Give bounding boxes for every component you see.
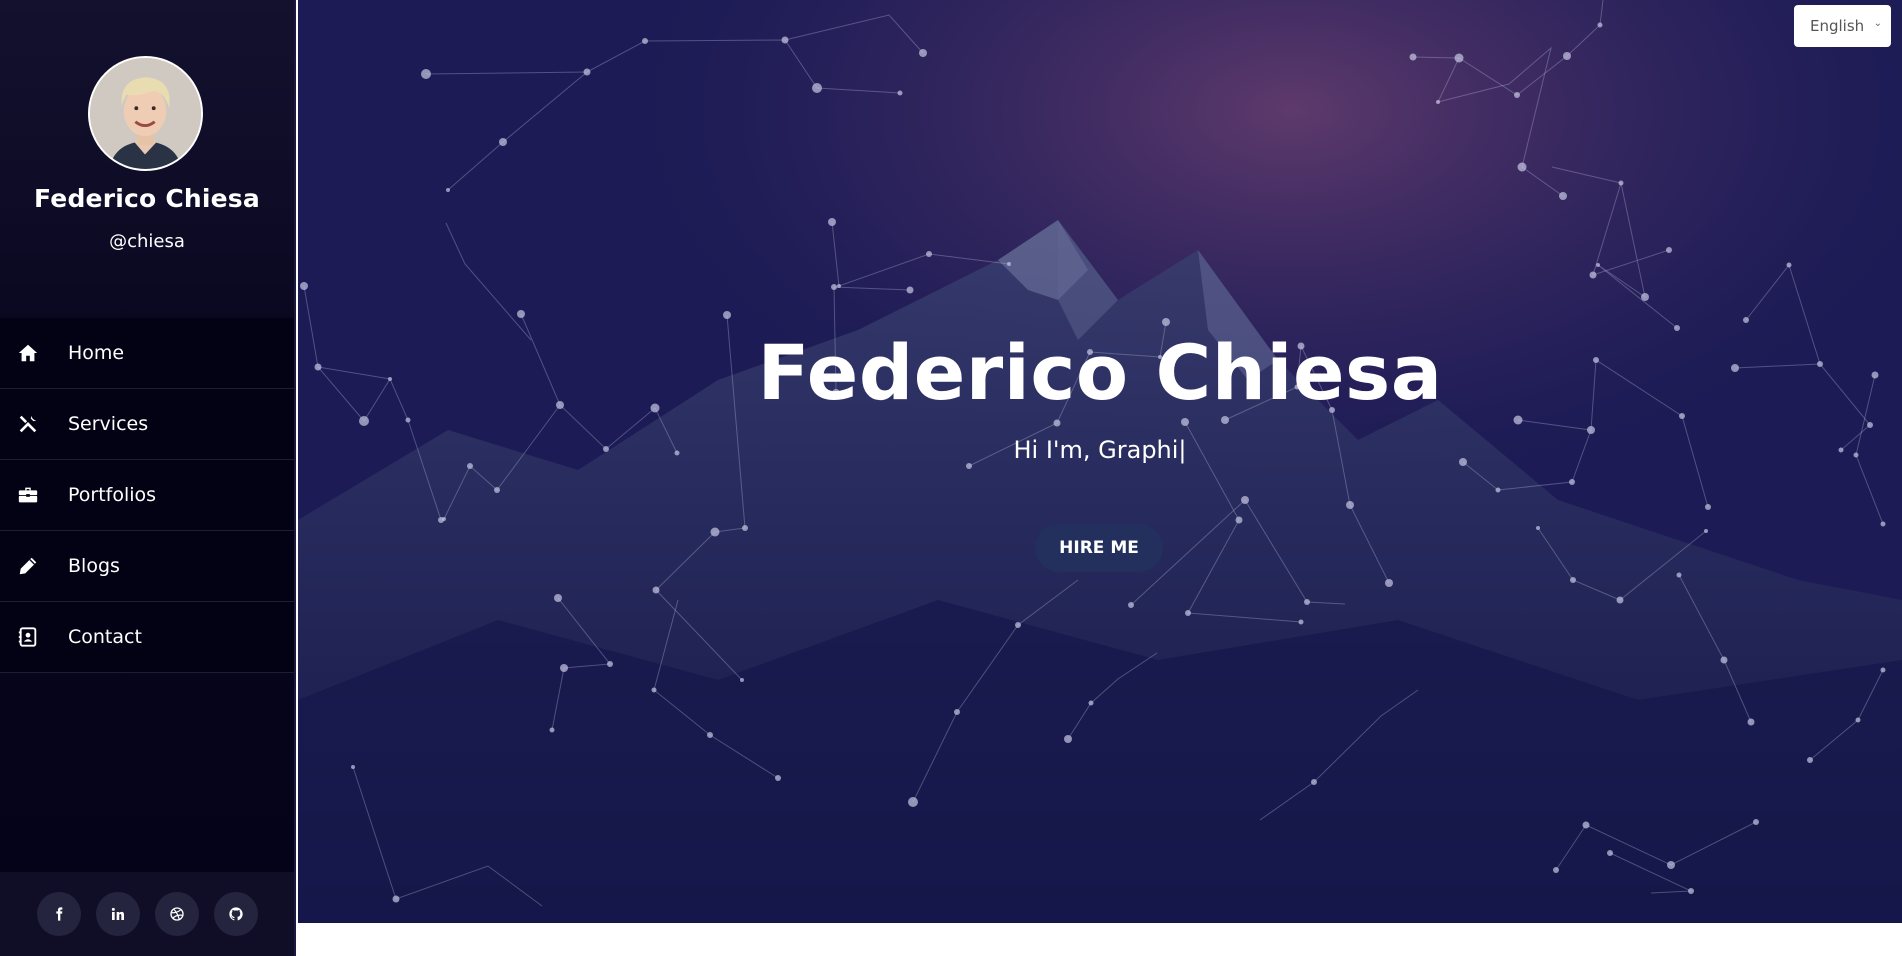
hire-me-button[interactable]: HIRE ME — [1035, 524, 1163, 572]
hero-title: Federico Chiesa — [757, 328, 1443, 417]
page-content-area — [298, 923, 1902, 956]
pencil-icon — [16, 554, 40, 578]
sidebar-item-label: Portfolios — [68, 484, 157, 506]
profile-card: Federico Chiesa @chiesa — [0, 0, 294, 318]
sidebar-item-portfolios[interactable]: Portfolios — [0, 460, 294, 531]
sidebar-item-contact[interactable]: Contact — [0, 602, 294, 673]
sidebar-item-label: Blogs — [68, 555, 120, 577]
sidebar-item-label: Contact — [68, 626, 142, 648]
profile-handle: @chiesa — [109, 231, 185, 252]
dribbble-icon — [169, 907, 184, 921]
social-links — [0, 872, 294, 956]
chevron-down-icon: ⌄ — [1873, 18, 1882, 29]
hero-section: Federico Chiesa Hi I'm, Graphi| HIRE ME — [298, 0, 1902, 923]
sidebar-item-blogs[interactable]: Blogs — [0, 531, 294, 602]
address-book-icon — [16, 625, 40, 649]
sidebar-item-label: Services — [68, 413, 149, 435]
github-link[interactable] — [213, 892, 258, 936]
linkedin-icon — [111, 907, 124, 920]
sidebar-item-services[interactable]: Services — [0, 389, 294, 460]
profile-name: Federico Chiesa — [34, 184, 260, 213]
briefcase-icon — [16, 483, 40, 507]
facebook-link[interactable] — [36, 892, 81, 936]
language-select-value: English — [1810, 17, 1865, 35]
linkedin-link[interactable] — [95, 892, 140, 936]
sidebar-nav: Home Services Portfolios Blogs Contact — [0, 318, 294, 673]
hero-subtitle: Hi I'm, Graphi| — [1013, 436, 1187, 464]
sidebar-item-home[interactable]: Home — [0, 318, 294, 389]
avatar — [88, 56, 203, 171]
sidebar-item-label: Home — [68, 342, 125, 364]
facebook-icon — [55, 907, 62, 921]
language-select[interactable]: English ⌄ — [1794, 5, 1891, 47]
sidebar: Federico Chiesa @chiesa Home Services Po… — [0, 0, 294, 956]
dribbble-link[interactable] — [154, 892, 199, 936]
home-icon — [16, 341, 40, 365]
github-icon — [228, 907, 243, 921]
tools-icon — [16, 412, 40, 436]
